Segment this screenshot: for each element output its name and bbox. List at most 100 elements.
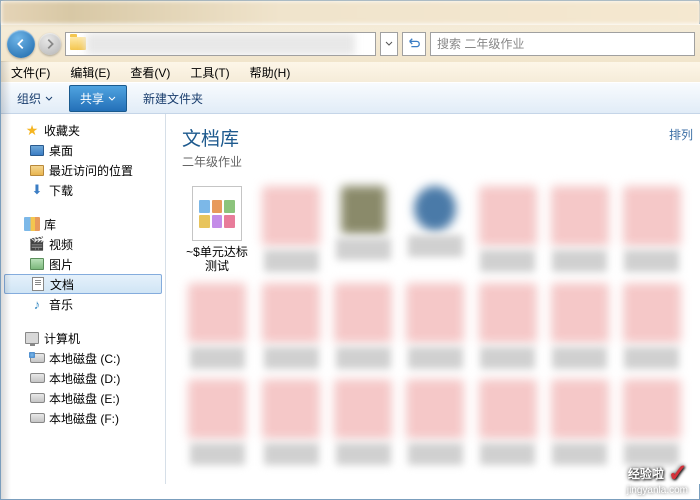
file-item-blurred: [330, 379, 396, 465]
watermark-url: jingyanla.com: [627, 485, 688, 496]
main-area: 文档库 二年级作业 排列 ~$单元达标测试: [166, 114, 700, 484]
file-item-blurred: [402, 283, 468, 369]
sidebar: ★ 收藏夹 桌面 最近访问的位置 ⬇ 下载: [1, 114, 166, 484]
file-item-blurred: [547, 186, 613, 273]
expand-icon: [11, 334, 20, 343]
download-icon: ⬇: [29, 182, 45, 198]
file-item-blurred: [547, 283, 613, 369]
share-label: 共享: [80, 90, 104, 107]
address-path-blurred: [86, 33, 355, 55]
music-icon: ♪: [29, 296, 45, 312]
documents-label: 文档: [50, 276, 74, 293]
libraries-group: 库 🎬 视频 图片 文档 ♪ 音乐: [1, 214, 165, 314]
folder-icon: [70, 37, 86, 50]
file-item-blurred: [547, 379, 613, 465]
arrow-left-icon: [14, 37, 28, 51]
content-area: ★ 收藏夹 桌面 最近访问的位置 ⬇ 下载: [1, 114, 700, 484]
sidebar-desktop[interactable]: 桌面: [1, 140, 165, 160]
computer-icon: [25, 332, 39, 344]
menu-view[interactable]: 查看(V): [126, 62, 174, 83]
document-icon: [32, 277, 44, 291]
menu-tools[interactable]: 工具(T): [186, 62, 233, 83]
sidebar-downloads[interactable]: ⬇ 下载: [1, 180, 165, 200]
file-item-blurred: [182, 379, 252, 465]
address-bar[interactable]: [65, 32, 376, 56]
file-item-blurred: [619, 283, 685, 369]
sidebar-libraries[interactable]: 库: [1, 214, 165, 234]
address-dropdown[interactable]: [380, 32, 398, 56]
arrow-right-icon: [43, 37, 57, 51]
sidebar-favorites[interactable]: ★ 收藏夹: [1, 120, 165, 140]
sidebar-disk-d[interactable]: 本地磁盘 (D:): [1, 368, 165, 388]
share-button[interactable]: 共享: [69, 85, 127, 112]
recent-icon: [30, 165, 44, 176]
menu-bar: 文件(F) 编辑(E) 查看(V) 工具(T) 帮助(H): [1, 62, 700, 82]
file-item-blurred: [330, 186, 396, 273]
sidebar-music[interactable]: ♪ 音乐: [1, 294, 165, 314]
sidebar-recent[interactable]: 最近访问的位置: [1, 160, 165, 180]
new-folder-button[interactable]: 新建文件夹: [135, 86, 211, 111]
file-item-blurred: [474, 283, 540, 369]
new-folder-label: 新建文件夹: [143, 90, 203, 107]
sidebar-documents[interactable]: 文档: [4, 274, 162, 294]
videos-label: 视频: [49, 236, 73, 253]
library-title: 文档库: [182, 124, 685, 151]
music-label: 音乐: [49, 296, 73, 313]
downloads-label: 下载: [49, 182, 73, 199]
watermark: 经验啦 ✓: [628, 459, 688, 488]
computer-label: 计算机: [44, 330, 80, 347]
favorites-group: ★ 收藏夹 桌面 最近访问的位置 ⬇ 下载: [1, 120, 165, 200]
file-item-blurred: [474, 186, 540, 273]
watermark-text: 经验啦: [628, 465, 664, 482]
computer-group: 计算机 本地磁盘 (C:) 本地磁盘 (D:) 本地磁盘 (E:) 本地磁盘 (…: [1, 328, 165, 428]
sidebar-disk-c[interactable]: 本地磁盘 (C:): [1, 348, 165, 368]
menu-file[interactable]: 文件(F): [7, 62, 54, 83]
disk-d-label: 本地磁盘 (D:): [49, 370, 120, 387]
file-item-blurred: [402, 186, 468, 273]
chevron-down-icon: [385, 41, 393, 46]
disk-icon: [30, 393, 45, 403]
menu-edit[interactable]: 编辑(E): [66, 62, 114, 83]
sidebar-pictures[interactable]: 图片: [1, 254, 165, 274]
file-item-blurred: [474, 379, 540, 465]
file-item-blurred: [182, 283, 252, 369]
star-icon: ★: [24, 122, 40, 138]
desktop-label: 桌面: [49, 142, 73, 159]
desktop-icon: [30, 145, 44, 156]
libraries-label: 库: [44, 216, 56, 233]
back-button[interactable]: [7, 30, 35, 58]
file-item-blurred: [258, 379, 324, 465]
expand-icon: [11, 220, 20, 229]
disk-icon: [30, 413, 45, 423]
nav-bar: 搜索 二年级作业: [1, 24, 700, 62]
picture-icon: [30, 258, 44, 270]
disk-e-label: 本地磁盘 (E:): [49, 390, 120, 407]
search-placeholder: 搜索 二年级作业: [437, 35, 524, 52]
organize-label: 组织: [17, 90, 41, 107]
sidebar-computer[interactable]: 计算机: [1, 328, 165, 348]
chevron-down-icon: [108, 96, 116, 101]
disk-f-label: 本地磁盘 (F:): [49, 410, 119, 427]
disk-icon: [30, 353, 45, 363]
file-item[interactable]: ~$单元达标测试: [182, 186, 252, 273]
sidebar-videos[interactable]: 🎬 视频: [1, 234, 165, 254]
file-item-blurred: [402, 379, 468, 465]
search-input[interactable]: 搜索 二年级作业: [430, 32, 695, 56]
refresh-button[interactable]: [402, 32, 426, 56]
refresh-icon: [407, 37, 421, 51]
file-item-blurred: [619, 379, 685, 465]
pictures-label: 图片: [49, 256, 73, 273]
menu-help[interactable]: 帮助(H): [246, 62, 295, 83]
file-name: ~$单元达标测试: [182, 245, 252, 273]
file-item-blurred: [330, 283, 396, 369]
sidebar-disk-f[interactable]: 本地磁盘 (F:): [1, 408, 165, 428]
library-icon: [24, 217, 40, 231]
sidebar-disk-e[interactable]: 本地磁盘 (E:): [1, 388, 165, 408]
forward-button[interactable]: [39, 33, 61, 55]
file-item-blurred: [619, 186, 685, 273]
expand-icon: [11, 126, 20, 135]
organize-button[interactable]: 组织: [9, 86, 61, 111]
video-icon: 🎬: [29, 236, 45, 252]
toolbar: 组织 共享 新建文件夹: [1, 82, 700, 114]
arrange-by[interactable]: 排列: [669, 126, 693, 143]
